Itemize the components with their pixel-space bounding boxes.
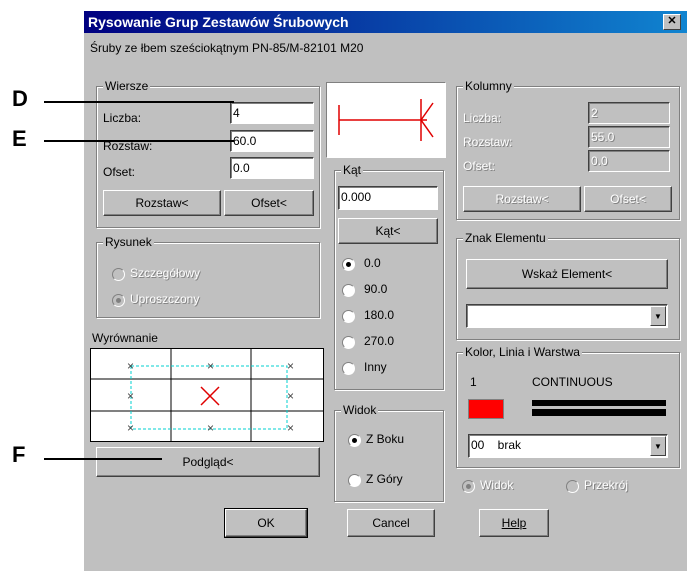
linetype-label: CONTINUOUS [532,375,613,389]
close-button[interactable]: ✕ [663,14,681,30]
annotation-f: F [12,442,26,467]
annotation-d: D [12,86,28,111]
rows-offset-input[interactable]: 0.0 [230,157,314,179]
drawing-group-title: Rysunek [103,235,154,249]
section-crosssection-label: Przekrój [584,478,629,492]
rows-count-label: Liczba: [103,111,142,125]
chevron-down-icon[interactable]: ▼ [650,436,666,456]
view-radio-side[interactable] [348,434,361,447]
section-radio-view[interactable] [462,480,475,493]
alignment-grid[interactable]: × × × × × × × × [90,348,324,442]
alignment-cell-marker[interactable]: × [207,421,214,435]
preview-button[interactable]: Podgląd< [96,447,320,477]
alignment-cell-marker[interactable]: × [287,389,294,403]
view-side-label: Z Boku [366,432,405,446]
columns-offset-button[interactable]: Ofset< [584,186,672,212]
columns-group-title: Kolumny [463,79,514,93]
columns-offset-input[interactable]: 0.0 [588,150,670,172]
angle-group-title: Kąt [341,163,364,177]
alignment-cell-marker[interactable]: × [127,389,134,403]
columns-count-input[interactable]: 2 [588,102,670,124]
drawing-simplified-label: Uproszczony [130,292,200,306]
columns-spacing-button[interactable]: Rozstaw< [463,186,581,212]
section-radio-crosssection[interactable] [566,480,579,493]
element-group-title: Znak Elementu [463,231,548,245]
bolt-preview-icon [338,99,434,141]
pick-element-button[interactable]: Wskaż Element< [466,259,668,289]
angle-option-270-label: 270.0 [364,334,395,348]
columns-spacing-input[interactable]: 55.0 [588,126,670,148]
section-view-label: Widok [480,478,514,492]
alignment-label: Wyrównanie [92,331,158,345]
color-swatch[interactable] [468,399,504,419]
angle-radio-0[interactable] [342,258,355,271]
bolt-spec-text: Śruby ze łbem sześciokątnym PN-85/M-8210… [90,41,364,55]
angle-pick-button[interactable]: Kąt< [338,218,438,244]
rows-count-input[interactable]: 4 [230,102,314,124]
columns-spacing-label: Rozstaw: [463,135,513,149]
dialog-title: Rysowanie Grup Zestawów Śrubowych [88,14,349,30]
color-group-title: Kolor, Linia i Warstwa [463,345,582,359]
alignment-cell-marker[interactable]: × [127,359,134,373]
view-top-label: Z Góry [366,472,403,486]
rows-spacing-input[interactable]: 60.0 [230,130,314,152]
title-bar[interactable]: Rysowanie Grup Zestawów Śrubowych ✕ [84,11,687,33]
angle-input[interactable]: 0.000 [338,186,438,210]
annotation-d-line [44,101,234,103]
alignment-cell-marker[interactable]: × [127,421,134,435]
rows-spacing-button[interactable]: Rozstaw< [103,190,221,216]
ok-button[interactable]: OK [224,508,308,538]
chevron-down-icon[interactable]: ▼ [650,306,666,326]
annotation-e-line [44,140,234,142]
drawing-radio-detailed[interactable] [112,268,125,281]
rows-offset-label: Ofset: [103,165,136,179]
angle-option-180-label: 180.0 [364,308,395,322]
color-number: 1 [470,375,477,389]
help-button[interactable]: Help [479,509,549,537]
angle-option-90-label: 90.0 [364,282,388,296]
rows-offset-button[interactable]: Ofset< [224,190,314,216]
view-group: Widok [334,403,444,502]
view-radio-top[interactable] [348,474,361,487]
drawing-group: Rysunek [96,235,320,318]
element-dropdown[interactable]: ▼ [466,304,668,328]
angle-radio-90[interactable] [342,284,355,297]
drawing-detailed-label: Szczegółowy [130,266,201,280]
layer-dropdown[interactable]: 00 brak ▼ [468,434,668,458]
angle-radio-180[interactable] [342,310,355,323]
bolt-preview-image [326,82,446,158]
columns-offset-label: Ofset: [463,159,496,173]
annotation-e: E [12,126,27,151]
layer-dropdown-value: 00 brak [471,438,522,452]
angle-radio-other[interactable] [342,362,355,375]
view-group-title: Widok [341,403,379,417]
linetype-preview[interactable] [532,400,666,416]
alignment-cell-marker[interactable]: × [207,359,214,373]
alignment-cell-marker[interactable]: × [287,421,294,435]
columns-count-label: Liczba: [463,111,502,125]
cancel-button[interactable]: Cancel [347,509,435,537]
annotation-f-line [44,458,162,460]
angle-option-0-label: 0.0 [364,256,381,270]
rows-group-title: Wiersze [103,79,151,93]
close-icon: ✕ [667,15,677,27]
alignment-cell-marker[interactable]: × [287,359,294,373]
angle-option-other-label: Inny [364,360,387,374]
drawing-radio-simplified[interactable] [112,294,125,307]
angle-radio-270[interactable] [342,336,355,349]
